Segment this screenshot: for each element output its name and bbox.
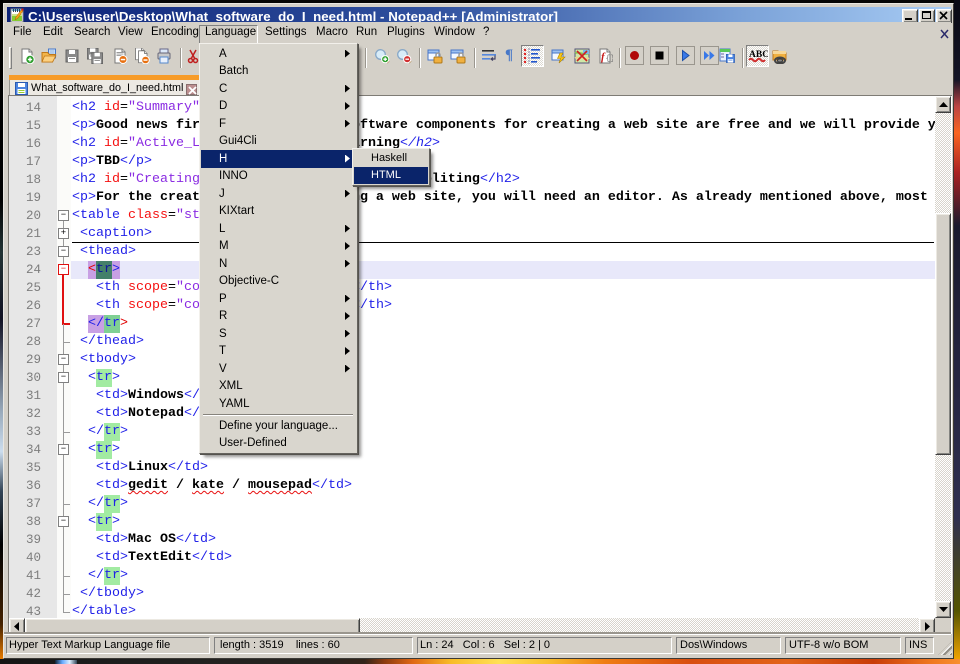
- svg-text:{}: {}: [606, 55, 614, 64]
